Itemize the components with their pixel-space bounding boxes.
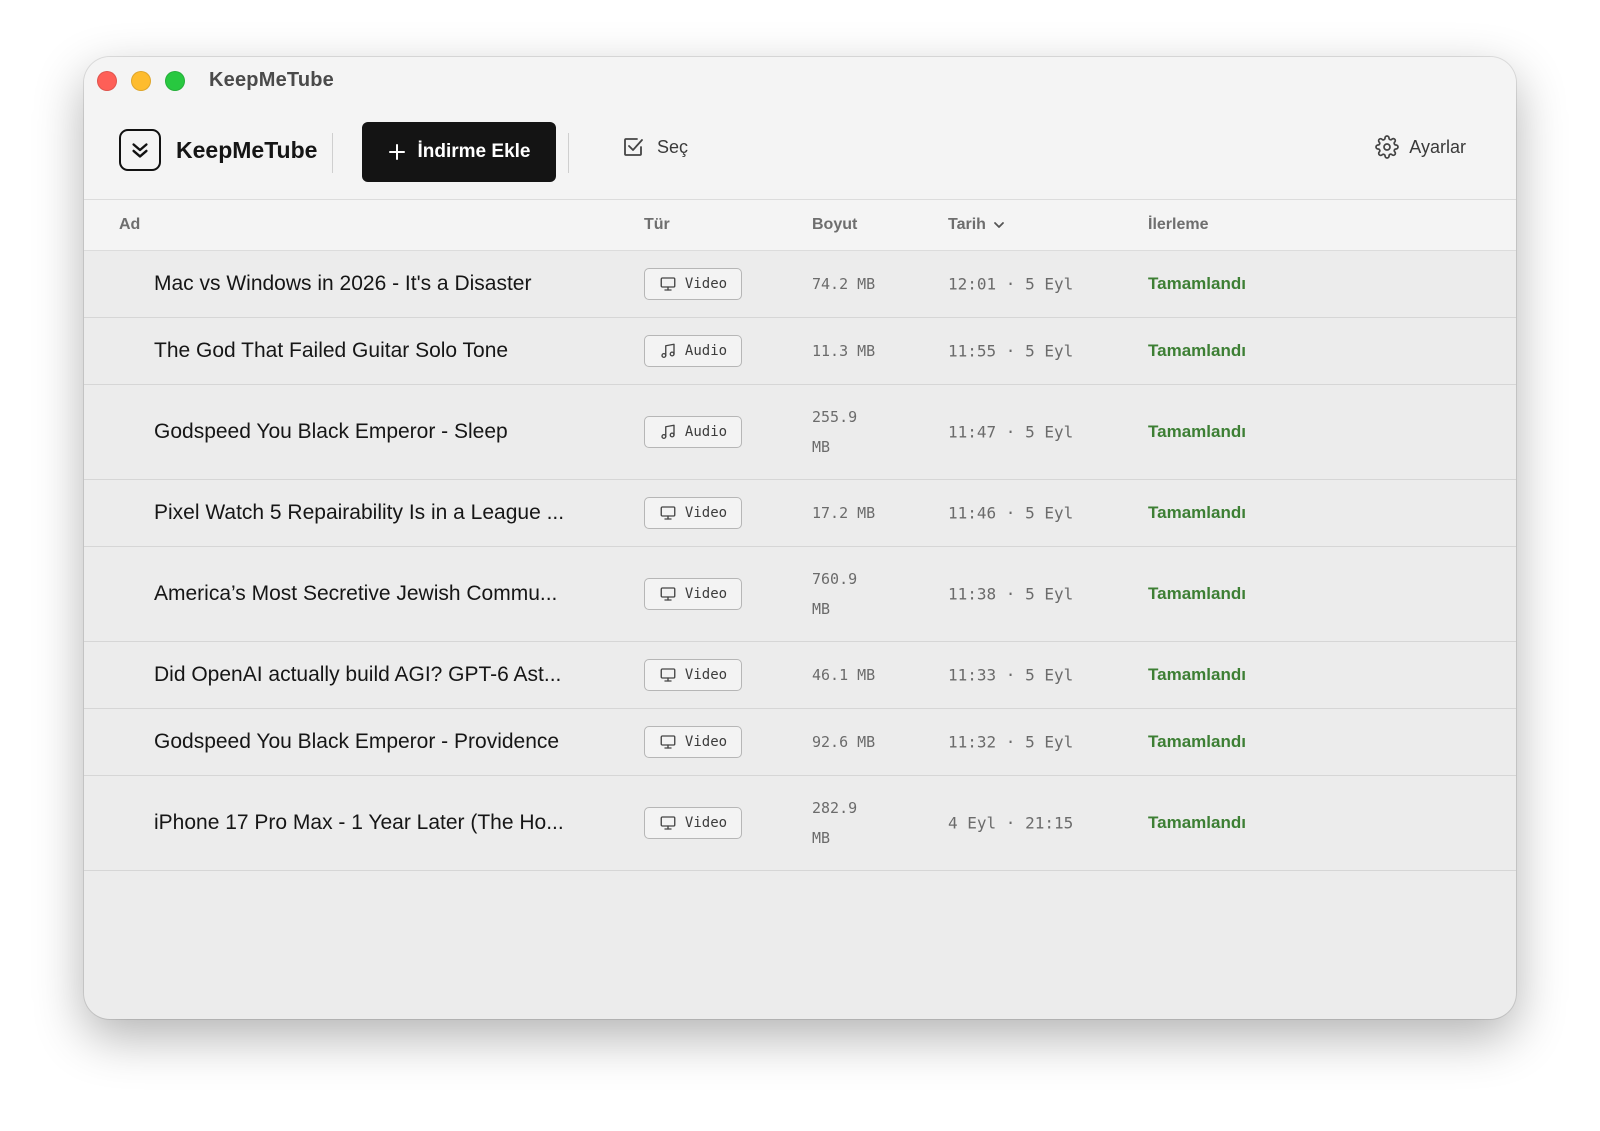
table-row[interactable]: Mac vs Windows in 2026 - It's a Disaster…: [84, 251, 1516, 318]
table-row[interactable]: iPhone 17 Pro Max - 1 Year Later (The Ho…: [84, 776, 1516, 871]
settings-button[interactable]: Ayarlar: [1375, 135, 1466, 159]
row-progress-status: Tamamlandı: [1148, 813, 1246, 832]
select-button[interactable]: Seç: [621, 135, 688, 159]
row-date: 11:38 · 5 Eyl: [948, 584, 1074, 604]
add-download-label: İndirme Ekle: [417, 141, 531, 162]
row-date: 4 Eyl · 21:15: [948, 813, 1074, 833]
type-badge: Audio: [644, 416, 742, 448]
row-title: Godspeed You Black Emperor - Providence: [154, 730, 560, 753]
row-progress-status: Tamamlandı: [1148, 422, 1246, 441]
brand-name: KeepMeTube: [176, 137, 318, 163]
monitor-icon: [659, 504, 677, 522]
row-size: 74.2 MB: [812, 275, 876, 293]
toolbar: KeepMeTube İndirme Ekle Seç Ayarlar: [84, 105, 1516, 200]
toolbar-divider: [568, 133, 569, 173]
chevron-down-icon: [992, 218, 1006, 232]
type-badge: Audio: [644, 335, 742, 367]
monitor-icon: [659, 666, 677, 684]
music-note-icon: [659, 423, 677, 441]
row-date: 11:47 · 5 Eyl: [948, 422, 1074, 442]
type-badge: Video: [644, 807, 742, 839]
row-title: Mac vs Windows in 2026 - It's a Disaster: [154, 272, 532, 295]
maximize-window-button[interactable]: [165, 71, 185, 91]
app-logo-icon: [119, 129, 161, 171]
window-title: KeepMeTube: [209, 69, 334, 91]
close-window-button[interactable]: [97, 71, 117, 91]
row-date: 11:32 · 5 Eyl: [948, 732, 1074, 752]
row-title: Godspeed You Black Emperor - Sleep: [154, 420, 508, 443]
app-window: KeepMeTube KeepMeTube İndirme Ekle Seç A…: [84, 57, 1516, 1019]
table-row[interactable]: The God That Failed Guitar Solo Tone Aud…: [84, 318, 1516, 385]
row-progress-status: Tamamlandı: [1148, 732, 1246, 751]
row-size: 17.2 MB: [812, 504, 876, 522]
row-size: 11.3 MB: [812, 342, 876, 360]
row-title: Did OpenAI actually build AGI? GPT-6 Ast…: [154, 663, 562, 686]
row-title: Pixel Watch 5 Repairability Is in a Leag…: [154, 501, 565, 524]
row-progress-status: Tamamlandı: [1148, 341, 1246, 360]
row-size: 46.1 MB: [812, 666, 876, 684]
add-download-button[interactable]: İndirme Ekle: [362, 122, 556, 182]
column-header-size[interactable]: Boyut: [812, 216, 857, 234]
row-date: 11:46 · 5 Eyl: [948, 503, 1074, 523]
table-row[interactable]: America’s Most Secretive Jewish Commu...…: [84, 547, 1516, 642]
gear-icon: [1375, 135, 1400, 159]
table-row[interactable]: Did OpenAI actually build AGI? GPT-6 Ast…: [84, 642, 1516, 709]
monitor-icon: [659, 733, 677, 751]
type-badge: Video: [644, 497, 742, 529]
row-progress-status: Tamamlandı: [1148, 274, 1246, 293]
column-header-name[interactable]: Ad: [119, 216, 140, 234]
toolbar-divider: [332, 133, 333, 173]
monitor-icon: [659, 275, 677, 293]
row-progress-status: Tamamlandı: [1148, 503, 1246, 522]
minimize-window-button[interactable]: [131, 71, 151, 91]
table-row[interactable]: Godspeed You Black Emperor - Providence …: [84, 709, 1516, 776]
type-badge: Video: [644, 578, 742, 610]
settings-label: Ayarlar: [1409, 136, 1466, 157]
row-title: The God That Failed Guitar Solo Tone: [154, 339, 509, 362]
row-title: iPhone 17 Pro Max - 1 Year Later (The Ho…: [154, 811, 564, 834]
row-size: 282.9 MB: [812, 799, 858, 847]
row-title: America’s Most Secretive Jewish Commu...: [154, 582, 558, 605]
row-size: 760.9 MB: [812, 570, 858, 618]
monitor-icon: [659, 585, 677, 603]
plus-icon: [388, 143, 406, 161]
row-date: 11:55 · 5 Eyl: [948, 341, 1074, 361]
type-badge: Video: [644, 659, 742, 691]
row-size: 92.6 MB: [812, 733, 876, 751]
column-header-progress[interactable]: İlerleme: [1148, 216, 1208, 234]
table-row[interactable]: Pixel Watch 5 Repairability Is in a Leag…: [84, 480, 1516, 547]
music-note-icon: [659, 342, 677, 360]
table-row[interactable]: Godspeed You Black Emperor - Sleep Audio…: [84, 385, 1516, 480]
title-bar: KeepMeTube: [84, 57, 1516, 105]
checkbox-check-icon: [621, 135, 645, 159]
row-date: 12:01 · 5 Eyl: [948, 274, 1074, 294]
row-size: 255.9 MB: [812, 408, 858, 456]
download-list: Mac vs Windows in 2026 - It's a Disaster…: [84, 251, 1516, 871]
column-header-date[interactable]: Tarih: [948, 216, 1006, 234]
row-progress-status: Tamamlandı: [1148, 584, 1246, 603]
table-header: Ad Tür Boyut Tarih İlerleme: [84, 200, 1516, 251]
column-header-type[interactable]: Tür: [644, 216, 670, 234]
type-badge: Video: [644, 268, 742, 300]
type-badge: Video: [644, 726, 742, 758]
select-label: Seç: [657, 136, 689, 157]
monitor-icon: [659, 814, 677, 832]
row-date: 11:33 · 5 Eyl: [948, 665, 1074, 685]
row-progress-status: Tamamlandı: [1148, 665, 1246, 684]
